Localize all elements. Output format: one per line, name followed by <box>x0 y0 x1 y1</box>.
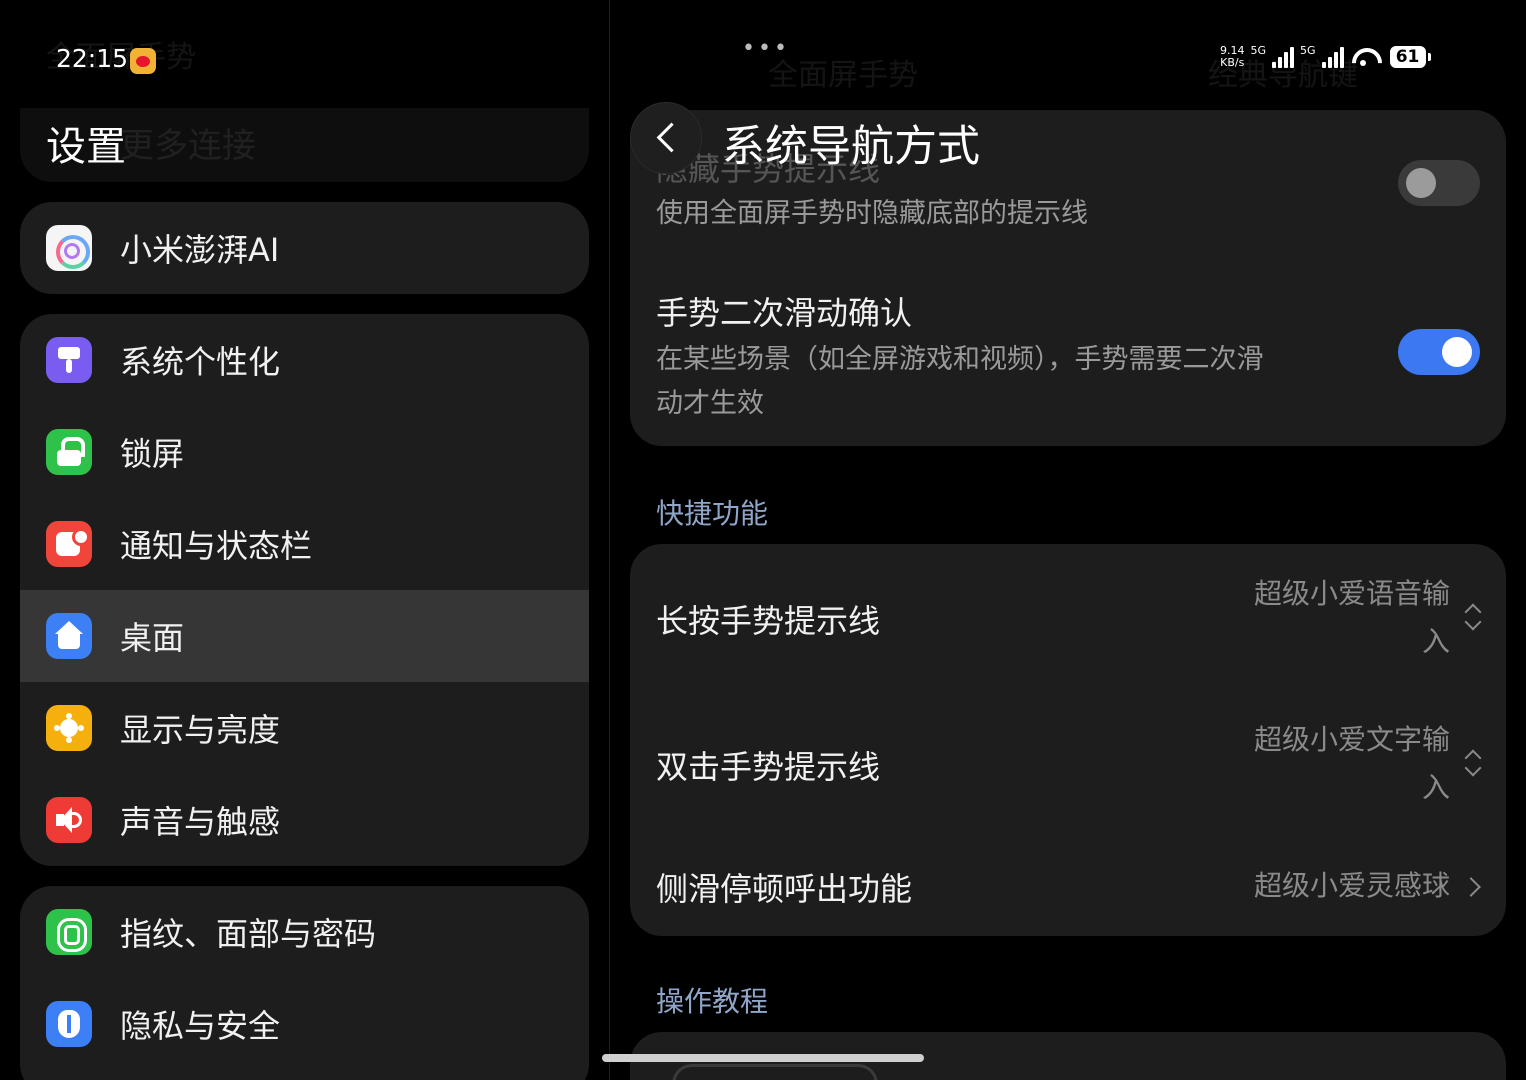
up-down-chevron-icon <box>1464 602 1480 632</box>
tutorial-preview <box>672 1064 878 1080</box>
sim1-network-type: 5G <box>1250 43 1267 57</box>
battery-icon: 61 <box>1389 46 1431 68</box>
quick-item-title: 长按手势提示线 <box>656 602 881 640</box>
sidebar-item-privacy[interactable]: 隐私与安全 <box>20 978 589 1070</box>
faded-background-text: 更多连接 <box>120 126 256 166</box>
sidebar-item-sound[interactable]: 声音与触感 <box>20 774 589 866</box>
settings-group-security: 指纹、面部与密码 隐私与安全 <box>20 886 589 1080</box>
multi-window-handle[interactable]: ••• <box>742 36 790 61</box>
sidebar-item-label: 系统个性化 <box>120 343 281 381</box>
home-icon <box>46 613 92 659</box>
section-header-tutorial: 操作教程 <box>656 985 769 1018</box>
quick-item-side-swipe[interactable]: 侧滑停顿呼出功能 超级小爱灵感球 <box>630 836 1506 936</box>
sidebar-item-personalization[interactable]: 系统个性化 <box>20 314 589 406</box>
hide-hint-desc: 使用全面屏手势时隐藏底部的提示线 <box>656 198 1088 229</box>
faded-background-text: 全面屏手势 <box>768 58 918 93</box>
sidebar-item-fingerprint[interactable]: 指纹、面部与密码 <box>20 886 589 978</box>
sidebar-item-label: 通知与状态栏 <box>120 527 313 565</box>
page-title: 系统导航方式 <box>722 122 980 172</box>
personalization-icon <box>46 337 92 383</box>
sidebar-item-home-screen[interactable]: 桌面 <box>20 590 589 682</box>
sidebar-item-lockscreen[interactable]: 锁屏 <box>20 406 589 498</box>
quick-item-value: 超级小爱灵感球 <box>1253 869 1450 902</box>
sidebar-item-label: 锁屏 <box>120 435 185 473</box>
quick-functions-card: 长按手势提示线 超级小爱语音输 入 双击手势提示线 超级小爱文字输 入 侧滑停顿… <box>630 544 1506 936</box>
fingerprint-icon <box>46 909 92 955</box>
double-swipe-title: 手势二次滑动确认 <box>656 294 913 332</box>
sidebar-item-hyperos-ai[interactable]: 小米澎湃AI <box>20 202 589 294</box>
status-time: 22:15 <box>56 44 129 73</box>
back-button[interactable] <box>630 102 702 174</box>
quick-item-long-press[interactable]: 长按手势提示线 超级小爱语音输 入 <box>630 544 1506 690</box>
signal-bars-icon <box>1272 46 1295 68</box>
sidebar-item-display[interactable]: 显示与亮度 <box>20 682 589 774</box>
settings-group-ai: 小米澎湃AI <box>20 202 589 294</box>
speaker-icon <box>46 797 92 843</box>
quick-item-title: 双击手势提示线 <box>656 748 881 786</box>
privacy-shield-icon <box>46 1001 92 1047</box>
signal-bars-icon <box>1321 46 1344 68</box>
notification-icon <box>46 521 92 567</box>
sidebar-item-label: 显示与亮度 <box>120 711 281 749</box>
up-down-chevron-icon <box>1464 748 1480 778</box>
settings-sidebar: 全面屏手势 更多连接 22:15 设置 小米澎湃AI 系统个性化 锁屏 通知与状… <box>0 0 609 1080</box>
status-bar-right: 9.14 KB/s 5G 5G 61 <box>1220 43 1431 70</box>
section-header-quick: 快捷功能 <box>656 497 769 530</box>
home-indicator[interactable] <box>602 1054 924 1062</box>
settings-group-display: 系统个性化 锁屏 通知与状态栏 桌面 显示与亮度 声音与触感 <box>20 314 589 866</box>
sidebar-item-label: 桌面 <box>120 619 185 657</box>
quick-item-title: 侧滑停顿呼出功能 <box>656 870 913 908</box>
weibo-notification-icon <box>130 48 156 74</box>
wifi-icon <box>1350 44 1380 70</box>
sidebar-item-label: 隐私与安全 <box>120 1007 281 1045</box>
hide-hint-toggle[interactable] <box>1398 160 1480 206</box>
sim2-network-type: 5G <box>1300 43 1316 57</box>
quick-item-value: 超级小爱语音输 入 <box>1253 577 1450 658</box>
quick-item-double-tap[interactable]: 双击手势提示线 超级小爱文字输 入 <box>630 690 1506 836</box>
sidebar-item-label: 声音与触感 <box>120 803 281 841</box>
sidebar-item-notifications[interactable]: 通知与状态栏 <box>20 498 589 590</box>
hyperos-ai-icon <box>46 225 92 271</box>
sidebar-item-label: 指纹、面部与密码 <box>120 915 377 953</box>
page-title: 设置 <box>46 124 126 170</box>
quick-item-value: 超级小爱文字输 入 <box>1253 723 1450 804</box>
lock-icon <box>46 429 92 475</box>
net-speed: 9.14 KB/s <box>1220 44 1245 69</box>
sun-icon <box>46 705 92 751</box>
sidebar-item-label: 小米澎湃AI <box>120 231 280 269</box>
double-swipe-desc: 在某些场景（如全屏游戏和视频），手势需要二次滑 动才生效 <box>656 344 1264 419</box>
chevron-right-icon <box>1461 877 1481 897</box>
double-swipe-toggle[interactable] <box>1398 329 1480 375</box>
